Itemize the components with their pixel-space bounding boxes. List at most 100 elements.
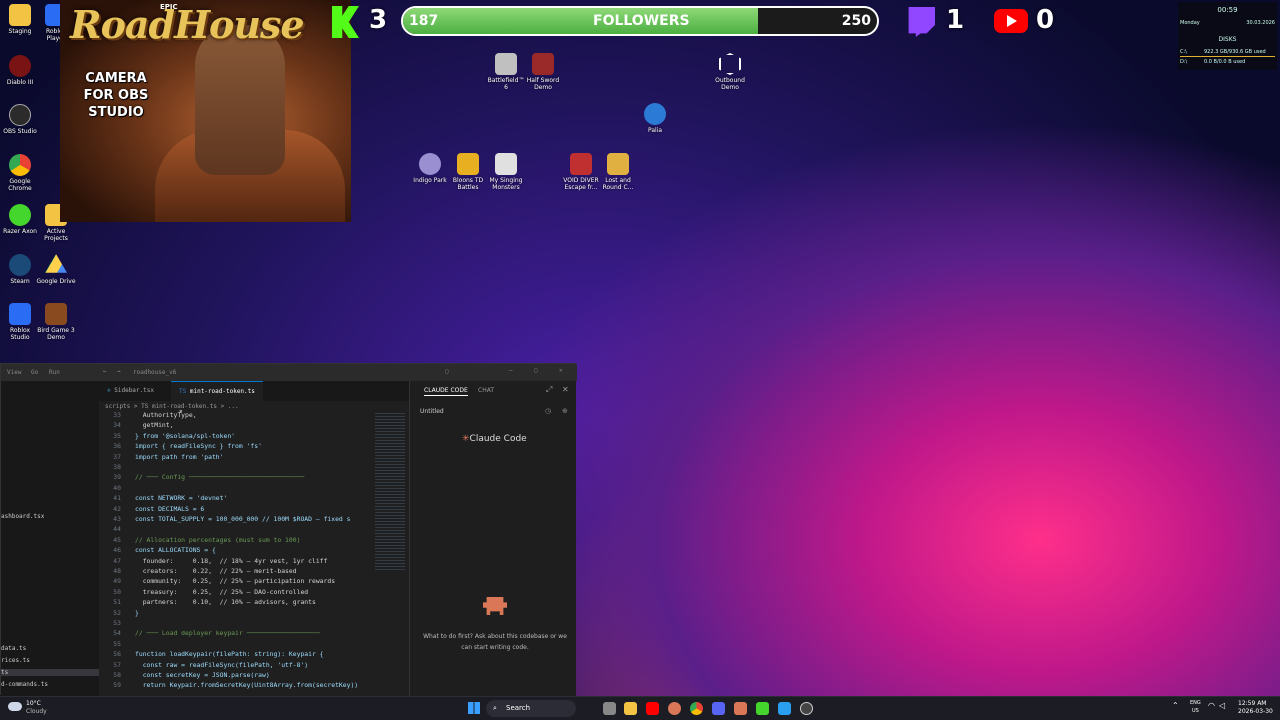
task-view-icon[interactable] xyxy=(603,702,616,715)
desktop-icon-roblox-studio[interactable]: Roblox Studio xyxy=(0,303,40,341)
followers-current: 187 xyxy=(409,13,439,29)
razer-icon xyxy=(9,204,31,226)
camera-label: CAMERA FOR OBS STUDIO xyxy=(83,71,149,120)
line-number: 53 xyxy=(113,619,121,627)
code-line[interactable]: const ALLOCATIONS = { xyxy=(135,546,216,554)
desktop-icon-my-singing-monsters[interactable]: My Singing Monsters xyxy=(486,153,526,191)
code-line[interactable]: // Allocation percentages (must sum to 1… xyxy=(135,536,300,544)
file-item[interactable]: data.ts xyxy=(1,645,26,652)
desktop-icon-obs[interactable]: OBS Studio xyxy=(0,104,40,135)
youtube-taskbar-icon[interactable] xyxy=(646,702,659,715)
minimap[interactable] xyxy=(375,411,405,571)
code-line[interactable]: const NETWORK = 'devnet' xyxy=(135,494,227,502)
followers-goal: 250 xyxy=(841,13,871,29)
file-item[interactable]: d-commands.ts xyxy=(1,681,48,688)
desktop-icon-battlefield[interactable]: Battlefield™ 6 xyxy=(486,53,526,91)
code-line[interactable]: creators: 0.22, // 22% — merit-based xyxy=(135,567,297,575)
search-box[interactable]: ⌕ Search xyxy=(486,700,576,717)
code-line[interactable]: function loadKeypair(filePath: string): … xyxy=(135,650,324,658)
code-line[interactable]: const TOTAL_SUPPLY = 100_000_000 // 100M… xyxy=(135,515,350,523)
claude-app-taskbar-icon[interactable] xyxy=(734,702,747,715)
minimize-icon[interactable]: — xyxy=(509,367,513,374)
desktop-icon-bloons[interactable]: Bloons TD Battles xyxy=(448,153,488,191)
vscode-taskbar-icon[interactable] xyxy=(778,702,791,715)
tab-chat[interactable]: CHAT xyxy=(478,387,494,394)
close-icon[interactable]: ✕ xyxy=(559,367,563,374)
code-line[interactable]: getMint, xyxy=(135,421,174,429)
desktop-icon-google-drive[interactable]: Google Drive xyxy=(36,254,76,285)
razer-taskbar-icon[interactable] xyxy=(756,702,769,715)
history-icon[interactable]: ◷ xyxy=(545,407,551,415)
code-editor[interactable]: ⚛ Sidebar.tsx TS mint-road-token.ts ✕ sc… xyxy=(99,381,409,696)
volume-icon[interactable]: ◁ xyxy=(1219,701,1225,710)
code-line[interactable]: community: 0.25, // 25% — participation … xyxy=(135,577,335,585)
typescript-icon: TS xyxy=(179,388,187,395)
panel-close-icon[interactable]: ✕ xyxy=(562,385,569,394)
code-line[interactable]: return Keypair.fromSecretKey(Uint8Array.… xyxy=(135,681,358,689)
code-line[interactable]: const secretKey = JSON.parse(raw) xyxy=(135,671,270,679)
claude-mascot-icon xyxy=(483,597,507,615)
desktop-icon-palia[interactable]: Palia xyxy=(635,103,675,134)
discord-taskbar-icon[interactable] xyxy=(712,702,725,715)
lang1[interactable]: ENG xyxy=(1190,700,1201,706)
tab-mint-road-token[interactable]: TS mint-road-token.ts ✕ xyxy=(171,381,263,415)
weather-temp[interactable]: 10°C xyxy=(26,700,41,707)
menu-view[interactable]: View xyxy=(7,369,21,376)
new-session-icon[interactable]: ⊕ xyxy=(562,407,568,415)
file-item[interactable]: rices.ts xyxy=(1,657,30,664)
chrome-taskbar-icon[interactable] xyxy=(690,702,703,715)
breadcrumb[interactable]: scripts > TS mint-road-token.ts > ... xyxy=(105,403,239,410)
desktop-icon-outbound[interactable]: Outbound Demo xyxy=(710,53,750,91)
weather-icon[interactable] xyxy=(8,702,22,711)
obs-taskbar-icon[interactable] xyxy=(800,702,813,715)
expand-icon[interactable]: ⤢ xyxy=(546,385,552,395)
windows-start-icon[interactable] xyxy=(468,702,480,714)
code-line[interactable]: // ─── Load deployer keypair ───────────… xyxy=(135,629,320,637)
lang2[interactable]: US xyxy=(1192,708,1199,714)
clock-time[interactable]: 12:59 AM xyxy=(1238,700,1266,707)
code-line[interactable]: partners: 0.10, // 10% — advisors, grant… xyxy=(135,598,316,606)
file-item[interactable]: ts xyxy=(1,669,99,676)
desktop-icon-indigo-park[interactable]: Indigo Park xyxy=(410,153,450,184)
desktop-icon-chrome[interactable]: Google Chrome xyxy=(0,154,40,192)
file-explorer-icon[interactable] xyxy=(624,702,637,715)
weather-desc[interactable]: Cloudy xyxy=(26,708,47,715)
code-content[interactable]: 33 AuthorityType, 34 getMint, 35} from '@s… xyxy=(99,411,375,696)
code-line[interactable]: const raw = readFileSync(filePath, 'utf-… xyxy=(135,661,308,669)
code-line[interactable]: // ─── Config ──────────────────────────… xyxy=(135,473,304,481)
desktop-icon-void-diver[interactable]: VOID DIVER Escape fr... xyxy=(561,153,601,191)
desktop-icon-staging[interactable]: Staging xyxy=(0,4,40,35)
vscode-titlebar[interactable]: View Go Run ← → roadhouse_v6 ▢ — ▢ ✕ xyxy=(1,364,577,381)
code-line[interactable]: import path from 'path' xyxy=(135,453,224,461)
desktop-icon-half-sword[interactable]: Half Sword Demo xyxy=(523,53,563,91)
claude-taskbar-icon[interactable] xyxy=(668,702,681,715)
code-line[interactable]: treasury: 0.25, // 25% — DAO-controlled xyxy=(135,588,308,596)
tab-claude-code[interactable]: CLAUDE CODE xyxy=(424,387,468,396)
msm-icon xyxy=(495,153,517,175)
desktop-icon-bird-game[interactable]: Bird Game 3 Demo xyxy=(36,303,76,341)
desktop-icon-lost-and-round[interactable]: Lost and Round C... xyxy=(598,153,638,191)
file-item[interactable]: ashboard.tsx xyxy=(1,513,44,520)
tray-chevron-icon[interactable]: ⌃ xyxy=(1172,701,1179,710)
layout-icon[interactable]: ▢ xyxy=(445,368,449,375)
desktop-icon-razer-axon[interactable]: Razer Axon xyxy=(0,204,40,235)
code-line[interactable]: } xyxy=(135,609,139,617)
youtube-count: 0 xyxy=(1036,5,1055,35)
maximize-icon[interactable]: ▢ xyxy=(534,367,538,374)
code-line[interactable]: const DECIMALS = 6 xyxy=(135,505,204,513)
menu-run[interactable]: Run xyxy=(49,369,60,376)
forward-arrow-icon[interactable]: → xyxy=(117,368,121,375)
clock-date[interactable]: 2026-03-30 xyxy=(1238,708,1273,715)
back-arrow-icon[interactable]: ← xyxy=(103,368,107,375)
menu-go[interactable]: Go xyxy=(31,369,38,376)
code-line[interactable]: } from '@solana/spl-token' xyxy=(135,432,235,440)
vscode-window[interactable]: View Go Run ← → roadhouse_v6 ▢ — ▢ ✕ ash… xyxy=(0,363,577,696)
code-line[interactable]: import { readFileSync } from 'fs' xyxy=(135,442,262,450)
code-line[interactable]: AuthorityType, xyxy=(135,411,197,419)
tab-sidebar-tsx[interactable]: ⚛ Sidebar.tsx xyxy=(99,381,171,401)
wifi-icon[interactable]: ◠ xyxy=(1208,701,1215,710)
desktop-icon-steam[interactable]: Steam xyxy=(0,254,40,285)
window-title[interactable]: roadhouse_v6 xyxy=(133,369,176,376)
code-line[interactable]: founder: 0.18, // 18% — 4yr vest, 1yr cl… xyxy=(135,557,328,565)
desktop-icon-diablo[interactable]: Diablo III xyxy=(0,55,40,86)
